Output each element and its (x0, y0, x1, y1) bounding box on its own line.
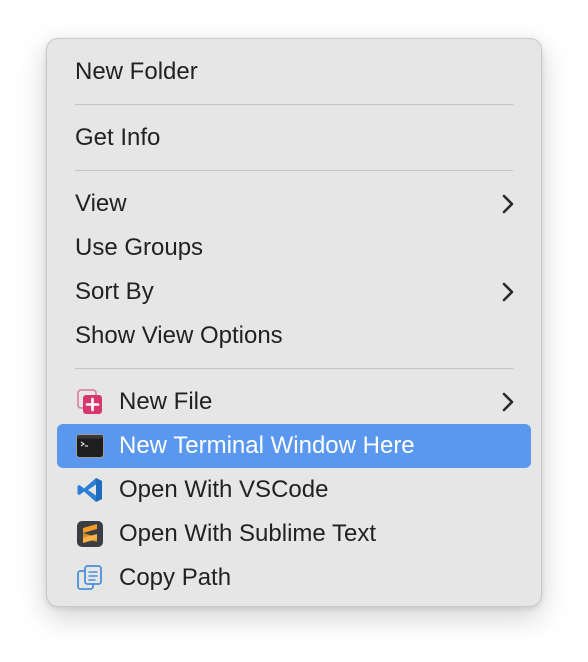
finder-context-menu: New Folder Get Info View Use Groups Sort… (46, 38, 542, 607)
menu-item-label: Open With VSCode (119, 476, 329, 503)
menu-item-label: Open With Sublime Text (119, 520, 377, 547)
menu-item-view[interactable]: View (57, 182, 531, 226)
menu-item-sort-by[interactable]: Sort By (57, 270, 531, 314)
menu-item-label: New File (119, 388, 213, 415)
menu-item-label: View (75, 190, 127, 217)
menu-item-label: Show View Options (75, 322, 283, 349)
chevron-right-icon (502, 392, 514, 412)
menu-item-label: Copy Path (119, 564, 232, 591)
menu-item-new-folder[interactable]: New Folder (57, 50, 531, 94)
menu-item-label: Use Groups (75, 234, 204, 261)
sublime-text-icon (75, 519, 105, 549)
menu-item-use-groups[interactable]: Use Groups (57, 226, 531, 270)
chevron-right-icon (502, 282, 514, 302)
copy-path-icon (75, 563, 105, 593)
new-file-icon (75, 387, 105, 417)
menu-item-copy-path[interactable]: Copy Path (57, 556, 531, 600)
vscode-icon (75, 475, 105, 505)
menu-item-label: Get Info (75, 124, 161, 151)
chevron-right-icon (502, 194, 514, 214)
menu-item-show-view-options[interactable]: Show View Options (57, 314, 531, 358)
menu-item-new-terminal-window-here[interactable]: New Terminal Window Here (57, 424, 531, 468)
menu-item-open-with-vscode[interactable]: Open With VSCode (57, 468, 531, 512)
menu-separator (75, 170, 513, 171)
menu-separator (75, 368, 513, 369)
menu-separator (75, 104, 513, 105)
menu-item-label: Sort By (75, 278, 154, 305)
menu-item-label: New Folder (75, 58, 198, 85)
menu-item-label: New Terminal Window Here (119, 432, 415, 459)
menu-item-open-with-sublime-text[interactable]: Open With Sublime Text (57, 512, 531, 556)
menu-item-get-info[interactable]: Get Info (57, 116, 531, 160)
terminal-icon (75, 431, 105, 461)
menu-item-new-file[interactable]: New File (57, 380, 531, 424)
